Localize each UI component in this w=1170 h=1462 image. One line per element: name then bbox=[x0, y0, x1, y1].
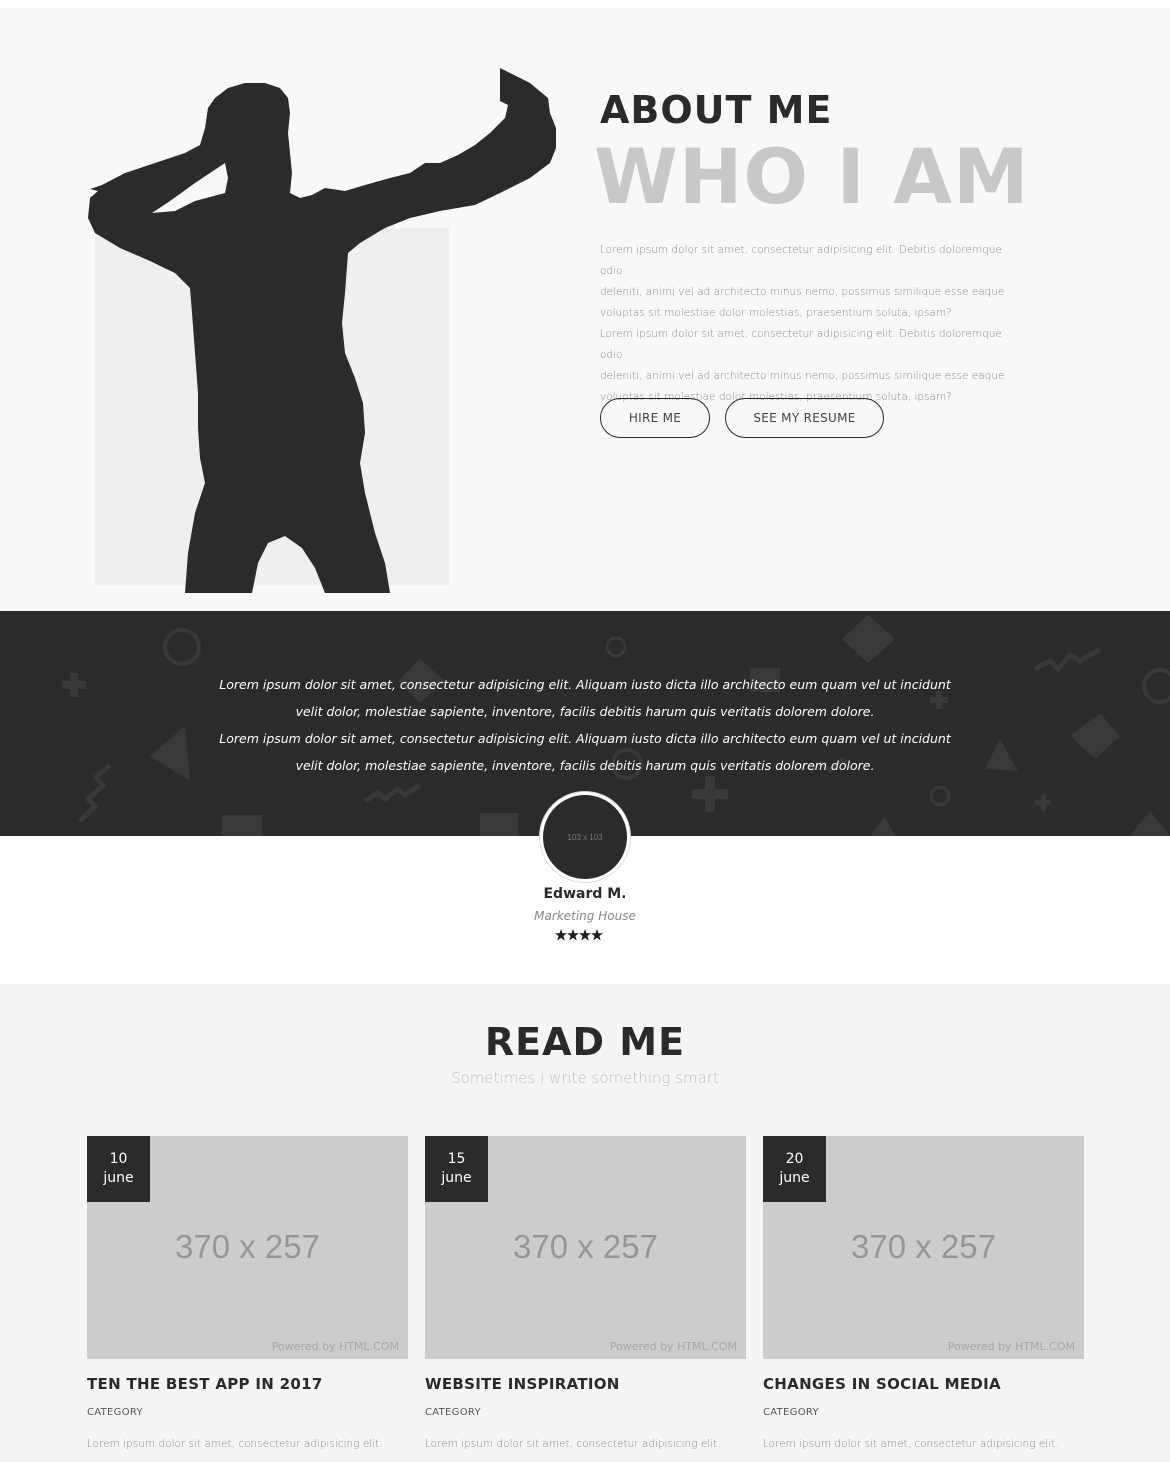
blog-card-category[interactable]: CATEGORY bbox=[425, 1407, 746, 1418]
date-day: 10 bbox=[109, 1151, 128, 1167]
rating-stars bbox=[555, 929, 615, 941]
read-subtitle: Sometimes i write something smart bbox=[451, 1069, 719, 1087]
quote-line: Lorem ipsum dolor sit amet, consectetur … bbox=[219, 677, 951, 692]
author-company: Marketing House bbox=[534, 909, 636, 923]
date-day: 15 bbox=[447, 1151, 466, 1167]
date-month: june bbox=[103, 1170, 134, 1186]
blog-card-title[interactable]: WEBSITE INSPIRATION bbox=[425, 1375, 746, 1393]
star-icon bbox=[591, 929, 603, 941]
quote-line: velit dolor, molestiae sapiente, invento… bbox=[295, 704, 875, 719]
powered-by-text: Powered by HTML.COM bbox=[609, 1340, 737, 1353]
blog-card[interactable]: 370 x 257 Powered by HTML.COM 20 june CH… bbox=[763, 1136, 1084, 1450]
date-month: june bbox=[779, 1170, 810, 1186]
star-icon bbox=[579, 929, 591, 941]
about-section: ABOUT ME WHO I AM Lorem ipsum dolor sit … bbox=[0, 8, 1170, 611]
testimonial-quote: Lorem ipsum dolor sit amet, consectetur … bbox=[200, 671, 970, 779]
date-month: june bbox=[441, 1170, 472, 1186]
blog-card-category[interactable]: CATEGORY bbox=[87, 1407, 408, 1418]
blog-card-title[interactable]: CHANGES IN SOCIAL MEDIA bbox=[763, 1375, 1084, 1393]
blog-card-excerpt: Lorem ipsum dolor sit amet, consectetur … bbox=[87, 1438, 383, 1450]
blog-card-title[interactable]: TEN THE BEST APP IN 2017 bbox=[87, 1375, 408, 1393]
person-silhouette-image bbox=[88, 68, 556, 593]
blog-card-image[interactable]: 370 x 257 Powered by HTML.COM 15 june bbox=[425, 1136, 746, 1359]
date-day: 20 bbox=[785, 1151, 804, 1167]
about-text-line: deleniti, animi vel ad architecto minus … bbox=[600, 286, 1005, 298]
read-me-section: READ ME Sometimes i write something smar… bbox=[0, 984, 1170, 1462]
see-resume-button[interactable]: SEE MY RESUME bbox=[725, 398, 884, 438]
blog-card-excerpt: Lorem ipsum dolor sit amet, consectetur … bbox=[425, 1438, 721, 1450]
about-description: Lorem ipsum dolor sit amet, consectetur … bbox=[600, 240, 1025, 408]
blog-card[interactable]: 370 x 257 Powered by HTML.COM 10 june TE… bbox=[87, 1136, 408, 1450]
quote-line: velit dolor, molestiae sapiente, invento… bbox=[295, 758, 875, 773]
half-star-icon bbox=[603, 929, 615, 941]
about-text-line: deleniti, animi vel ad architecto minus … bbox=[600, 370, 1005, 382]
image-placeholder-text: 370 x 257 bbox=[513, 1228, 658, 1265]
date-badge: 20 june bbox=[763, 1136, 826, 1202]
top-strip bbox=[0, 0, 1170, 8]
quote-line: Lorem ipsum dolor sit amet, consectetur … bbox=[219, 731, 951, 746]
star-icon bbox=[567, 929, 579, 941]
date-badge: 15 june bbox=[425, 1136, 488, 1202]
blog-card-category[interactable]: CATEGORY bbox=[763, 1407, 1084, 1418]
blog-card-image[interactable]: 370 x 257 Powered by HTML.COM 10 june bbox=[87, 1136, 408, 1359]
about-text-line: Lorem ipsum dolor sit amet, consectetur … bbox=[600, 328, 1002, 361]
about-kicker: ABOUT ME bbox=[600, 88, 833, 132]
about-title: WHO I AM bbox=[594, 132, 1030, 221]
hire-me-button[interactable]: HIRE ME bbox=[600, 398, 710, 438]
date-badge: 10 june bbox=[87, 1136, 150, 1202]
blog-card-excerpt: Lorem ipsum dolor sit amet, consectetur … bbox=[763, 1438, 1059, 1450]
blog-card-image[interactable]: 370 x 257 Powered by HTML.COM 20 june bbox=[763, 1136, 1084, 1359]
about-text-line: voluptas sit molestiae dolor molestias, … bbox=[600, 307, 952, 319]
avatar-placeholder-text: 103 x 103 bbox=[567, 832, 603, 842]
image-placeholder-text: 370 x 257 bbox=[175, 1228, 320, 1265]
blog-card[interactable]: 370 x 257 Powered by HTML.COM 15 june WE… bbox=[425, 1136, 746, 1450]
author-name: Edward M. bbox=[543, 886, 627, 902]
star-icon bbox=[555, 929, 567, 941]
read-title: READ ME bbox=[484, 1020, 686, 1064]
image-placeholder-text: 370 x 257 bbox=[851, 1228, 996, 1265]
powered-by-text: Powered by HTML.COM bbox=[271, 1340, 399, 1353]
about-text-line: Lorem ipsum dolor sit amet, consectetur … bbox=[600, 244, 1002, 277]
powered-by-text: Powered by HTML.COM bbox=[947, 1340, 1075, 1353]
avatar: 103 x 103 bbox=[540, 792, 630, 882]
